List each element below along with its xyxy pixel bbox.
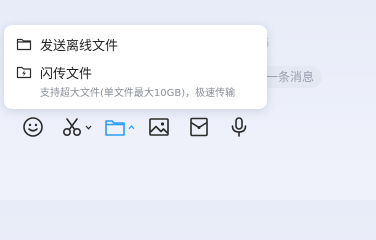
red-envelope-button[interactable] <box>188 114 210 140</box>
screenshot-button[interactable] <box>61 114 92 140</box>
menu-item-send-offline-file[interactable]: 发送离线文件 <box>4 33 267 55</box>
message-count-pill[interactable]: 一条消息 <box>258 66 323 88</box>
chat-input-toolbar <box>0 114 376 142</box>
chevron-up-icon[interactable] <box>128 124 135 131</box>
chevron-down-icon[interactable] <box>85 124 92 131</box>
voice-button[interactable] <box>228 114 250 140</box>
flash-folder-icon <box>16 64 32 80</box>
image-icon <box>148 116 170 138</box>
folder-icon <box>104 116 126 138</box>
folder-icon <box>16 36 32 52</box>
red-envelope-icon <box>188 116 210 138</box>
send-file-button[interactable] <box>104 114 135 140</box>
menu-item-description: 支持超大文件(单文件最大10GB)，极速传输 <box>40 88 236 99</box>
send-image-button[interactable] <box>148 114 170 140</box>
scissors-icon <box>61 116 83 138</box>
menu-item-label: 闪传文件 <box>40 67 93 82</box>
menu-item-flash-transfer[interactable]: 闪传文件 支持超大文件(单文件最大10GB)，极速传输 <box>4 61 267 101</box>
emoji-icon <box>22 116 44 138</box>
microphone-icon <box>228 116 250 138</box>
menu-item-label: 发送离线文件 <box>40 39 119 54</box>
file-send-menu: 发送离线文件 闪传文件 支持超大文件(单文件最大10GB)，极速传输 <box>4 25 267 109</box>
emoji-button[interactable] <box>22 114 44 140</box>
